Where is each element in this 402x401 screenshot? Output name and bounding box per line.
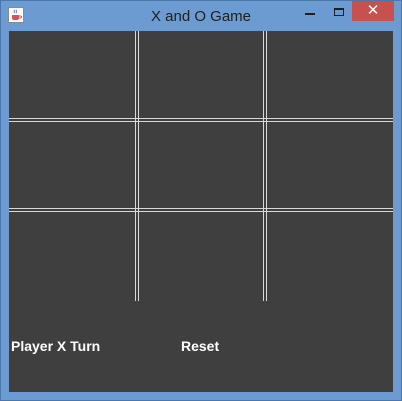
turn-status-label: Player X Turn bbox=[11, 338, 101, 354]
grid-line-vertical-2 bbox=[263, 31, 267, 301]
grid-line-horizontal-1 bbox=[9, 118, 393, 122]
maximize-button[interactable] bbox=[326, 1, 352, 23]
reset-button[interactable]: Reset bbox=[181, 338, 219, 354]
close-icon: ✕ bbox=[366, 2, 380, 19]
board-cell-8[interactable] bbox=[139, 212, 263, 301]
board-cell-1[interactable] bbox=[9, 31, 135, 118]
board-cell-3[interactable] bbox=[267, 31, 393, 118]
board-cell-2[interactable] bbox=[139, 31, 263, 118]
board-cell-6[interactable] bbox=[267, 122, 393, 208]
board-cell-9[interactable] bbox=[267, 212, 393, 301]
game-board bbox=[9, 31, 393, 301]
grid-line-horizontal-2 bbox=[9, 208, 393, 212]
board-cell-4[interactable] bbox=[9, 122, 135, 208]
game-window: X and O Game ✕ Player X Turn Reset bbox=[0, 0, 402, 401]
board-cell-5[interactable] bbox=[139, 122, 263, 208]
game-panel: Player X Turn Reset bbox=[9, 31, 393, 392]
close-button[interactable]: ✕ bbox=[352, 1, 394, 21]
board-cell-7[interactable] bbox=[9, 212, 135, 301]
minimize-button[interactable] bbox=[294, 1, 328, 23]
title-bar[interactable]: X and O Game ✕ bbox=[1, 1, 401, 31]
grid-line-vertical-1 bbox=[135, 31, 139, 301]
